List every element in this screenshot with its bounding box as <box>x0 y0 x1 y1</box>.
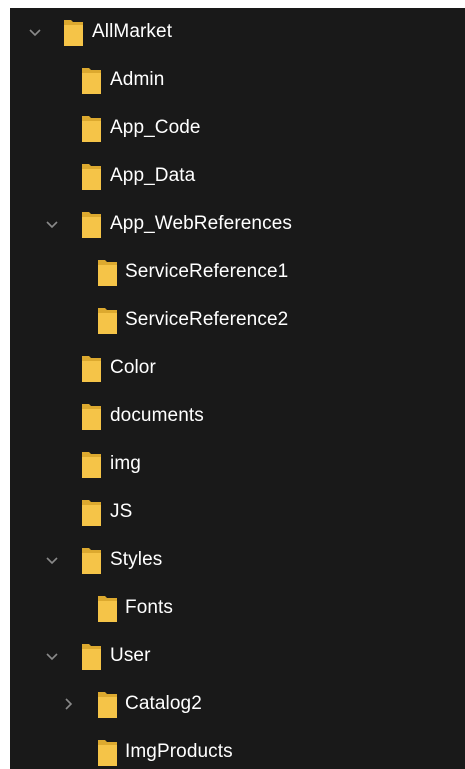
tree-item-label: ServiceReference1 <box>125 261 289 282</box>
tree-item-label: Fonts <box>125 597 174 618</box>
tree-item-label: User <box>110 645 151 666</box>
chevron-down-icon[interactable] <box>42 550 62 570</box>
tree-item-app-webreferences[interactable]: App_WebReferences <box>10 202 465 246</box>
folder-icon <box>82 354 101 382</box>
folder-icon <box>98 690 117 718</box>
tree-item-label: documents <box>110 405 204 426</box>
tree-item-imgproducts[interactable]: ImgProducts <box>10 730 465 769</box>
folder-icon <box>82 450 101 478</box>
tree-item-servicereference1[interactable]: ServiceReference1 <box>10 250 465 294</box>
tree-item-app-code[interactable]: App_Code <box>10 106 465 150</box>
folder-icon <box>82 498 101 526</box>
folder-icon <box>98 738 117 766</box>
chevron-down-icon[interactable] <box>42 214 62 234</box>
tree-item-fonts[interactable]: Fonts <box>10 586 465 630</box>
folder-icon <box>82 402 101 430</box>
tree-item-allmarket[interactable]: AllMarket <box>10 10 465 54</box>
folder-icon <box>82 66 101 94</box>
tree-item-label: Styles <box>110 549 163 570</box>
folder-icon <box>82 210 101 238</box>
tree-item-label: App_Data <box>110 165 196 186</box>
tree-item-label: img <box>110 453 141 474</box>
folder-icon <box>82 162 101 190</box>
tree-item-documents[interactable]: documents <box>10 394 465 438</box>
tree-item-label: App_Code <box>110 117 201 138</box>
tree-item-label: Admin <box>110 69 165 90</box>
chevron-down-icon[interactable] <box>25 22 45 42</box>
folder-icon <box>64 18 83 46</box>
tree-item-styles[interactable]: Styles <box>10 538 465 582</box>
tree-item-admin[interactable]: Admin <box>10 58 465 102</box>
folder-icon <box>98 258 117 286</box>
tree-item-img[interactable]: img <box>10 442 465 486</box>
folder-icon <box>82 114 101 142</box>
tree-item-catalog2[interactable]: Catalog2 <box>10 682 465 726</box>
tree-item-servicereference2[interactable]: ServiceReference2 <box>10 298 465 342</box>
folder-icon <box>82 546 101 574</box>
folder-icon <box>98 306 117 334</box>
tree-item-label: JS <box>110 501 133 522</box>
folder-tree-panel: AllMarket Admin App_Code App_Data App_We… <box>10 8 465 769</box>
tree-item-label: ImgProducts <box>125 741 233 762</box>
tree-item-label: App_WebReferences <box>110 213 292 234</box>
tree-item-label: Catalog2 <box>125 693 202 714</box>
chevron-right-icon[interactable] <box>58 694 78 714</box>
folder-icon <box>98 594 117 622</box>
tree-item-user[interactable]: User <box>10 634 465 678</box>
tree-item-label: AllMarket <box>92 21 173 42</box>
folder-icon <box>82 642 101 670</box>
tree-item-label: ServiceReference2 <box>125 309 289 330</box>
tree-item-js[interactable]: JS <box>10 490 465 534</box>
chevron-down-icon[interactable] <box>42 646 62 666</box>
tree-item-app-data[interactable]: App_Data <box>10 154 465 198</box>
tree-item-color[interactable]: Color <box>10 346 465 390</box>
tree-item-label: Color <box>110 357 156 378</box>
